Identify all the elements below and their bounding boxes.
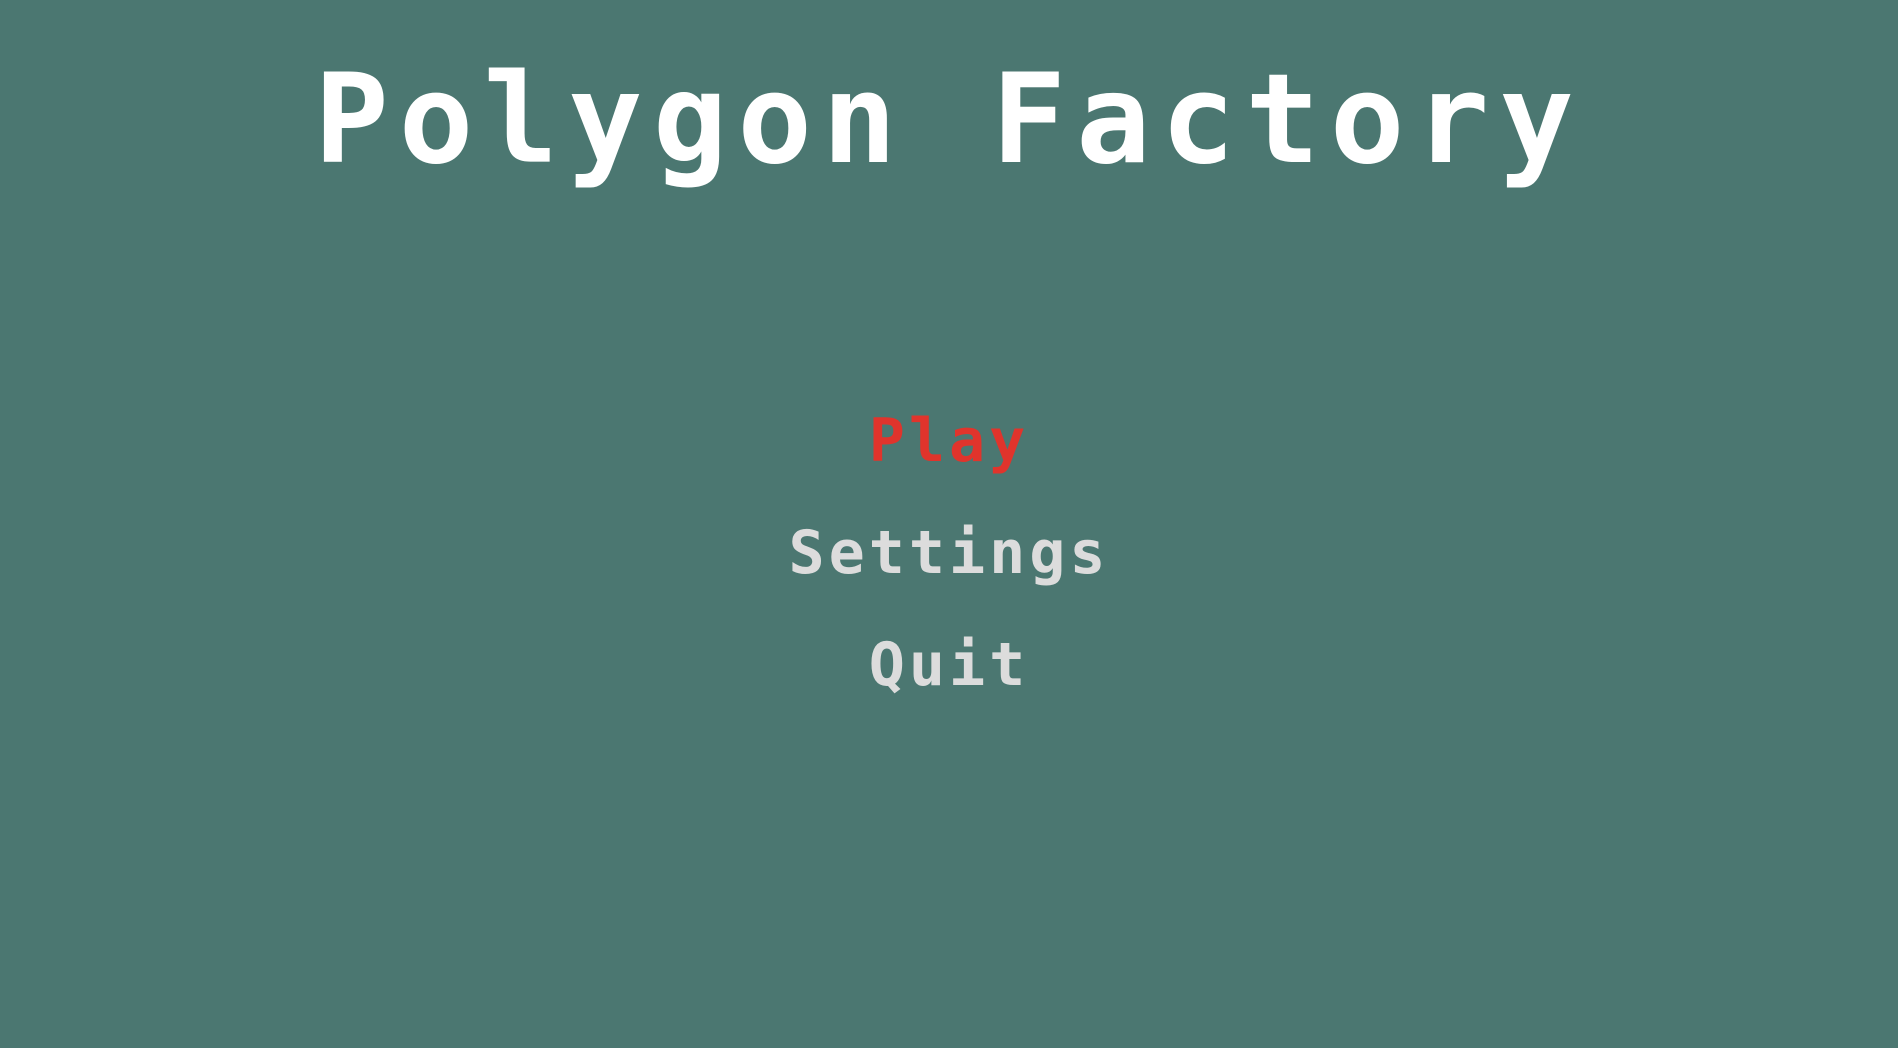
main-menu: Play Settings Quit xyxy=(0,385,1898,721)
menu-item-quit[interactable]: Quit xyxy=(849,609,1050,721)
game-title: Polygon Factory xyxy=(314,48,1584,192)
menu-item-play[interactable]: Play xyxy=(849,385,1050,497)
menu-item-settings[interactable]: Settings xyxy=(769,497,1130,609)
